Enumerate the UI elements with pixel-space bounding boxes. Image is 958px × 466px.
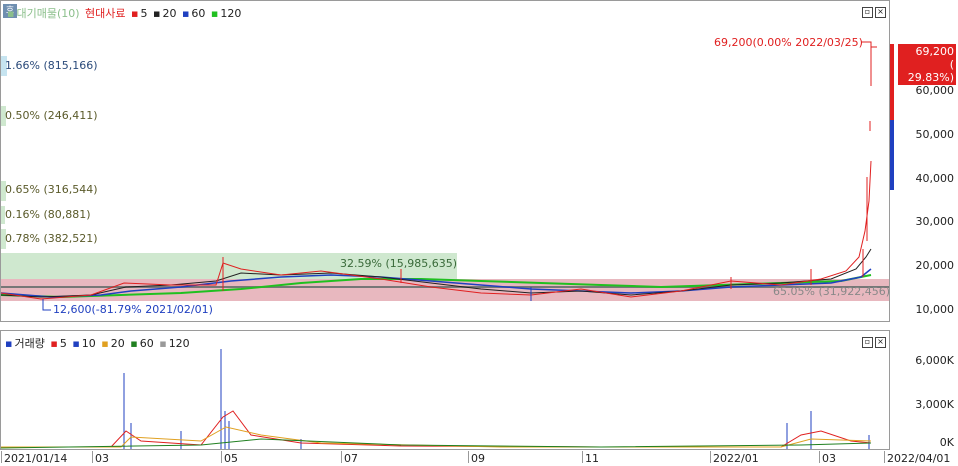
profile-label-1: 1.66% (815,166) bbox=[5, 59, 98, 72]
current-price: 69,200 bbox=[915, 45, 955, 58]
current-change: ( 29.83%) bbox=[907, 58, 954, 84]
volume-tick-3000k: 3,000K bbox=[915, 398, 954, 411]
x-tick-end: 2022/04/01 bbox=[883, 451, 951, 465]
x-tick-start: 2021/01/14 bbox=[0, 451, 68, 465]
green-zone-label: 32.59% (15,985,635) bbox=[340, 257, 458, 270]
volume-tick-0k: 0K bbox=[939, 436, 954, 449]
volume-tick-6000k: 6,000K bbox=[915, 354, 954, 367]
price-tick-60000: 60,000 bbox=[915, 84, 955, 97]
x-tick-05: 05 bbox=[221, 451, 238, 465]
pink-zone-label: 65.05% (31,922,456) bbox=[773, 285, 891, 298]
price-chart-panel[interactable]: 호 ▪ 대기매물(10) 현대사료 ▪ 5 ▪ 20 ▪ 60 ▪ 120 ▫ × bbox=[0, 0, 890, 322]
x-tick-2022-01: 2022/01 bbox=[710, 451, 759, 465]
volume-y-axis[interactable]: 6,000K 3,000K 0K bbox=[892, 330, 958, 450]
profile-label-5: 0.78% (382,521) bbox=[5, 232, 98, 245]
price-tick-40000: 40,000 bbox=[915, 172, 955, 185]
profile-label-4: 0.16% (80,881) bbox=[5, 208, 91, 221]
volume-bars bbox=[123, 349, 870, 449]
price-tick-30000: 30,000 bbox=[915, 215, 955, 228]
min-price-annotation: 12,600(-81.79% 2021/02/01) bbox=[53, 303, 213, 316]
x-tick-11: 11 bbox=[582, 451, 599, 465]
volume-chart-panel[interactable]: ▪ 거래량 ▪ 5 ▪ 10 ▪ 20 ▪ 60 ▪ 120 ▫ × bbox=[0, 330, 890, 450]
price-plot bbox=[1, 41, 889, 311]
profile-label-2: 0.50% (246,411) bbox=[5, 109, 98, 122]
x-tick-09: 09 bbox=[468, 451, 485, 465]
x-tick-07: 07 bbox=[341, 451, 358, 465]
max-price-annotation: 69,200(0.00% 2022/03/25) bbox=[714, 36, 863, 49]
price-tick-50000: 50,000 bbox=[915, 128, 955, 141]
price-tick-10000: 10,000 bbox=[915, 303, 955, 316]
x-tick-03: 03 bbox=[92, 451, 109, 465]
volume-plot bbox=[1, 349, 872, 449]
range-bar bbox=[890, 44, 894, 190]
current-price-tag: 69,200 ( 29.83%) bbox=[898, 44, 956, 85]
x-tick-2022-03: 03 bbox=[819, 451, 836, 465]
price-tick-20000: 20,000 bbox=[915, 259, 955, 272]
profile-label-3: 0.65% (316,544) bbox=[5, 183, 98, 196]
